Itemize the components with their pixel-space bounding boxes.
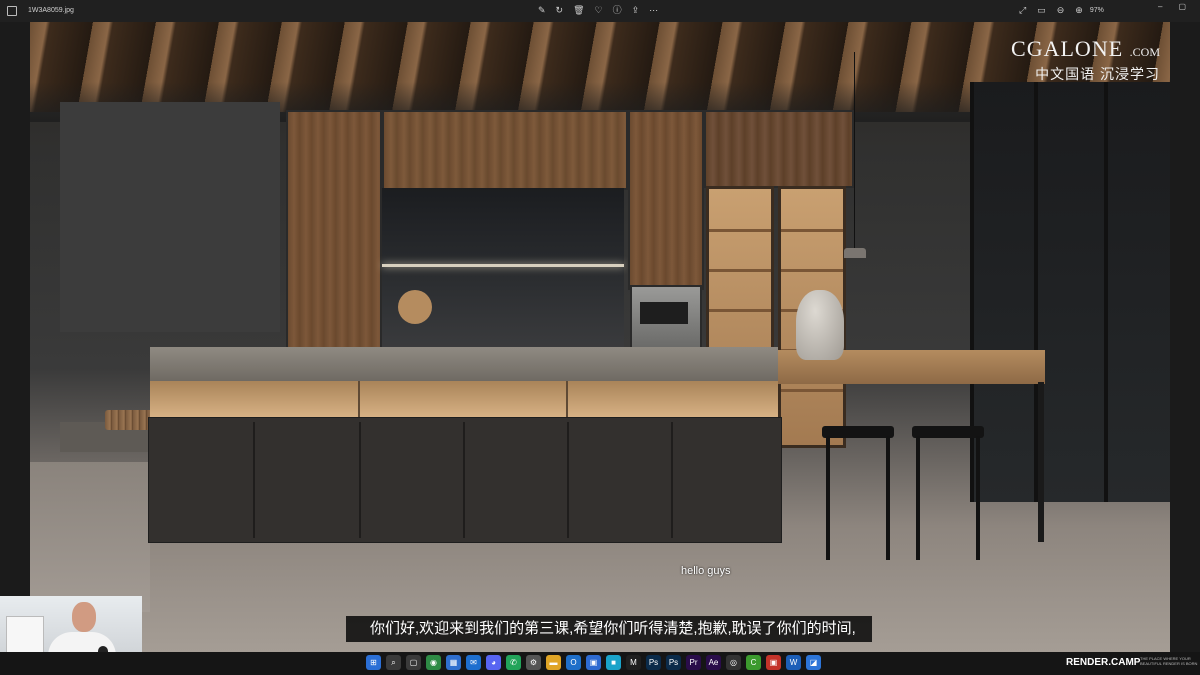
watermark-tagline: 中文国语 沉浸学习 xyxy=(1035,66,1160,82)
photoshop-2-icon[interactable]: Ps xyxy=(666,655,681,670)
watermark-brand: CGALONE .COM xyxy=(988,36,1160,62)
taskbar-icons: ⊞ ⌕ ▢ ◉ ▦ ✉ ◕ ✆ ⚙ ▬ O ▣ ■ M Ps Ps Pr Ae ◎ C ▣ W ◪ xyxy=(366,655,821,670)
bar-stool xyxy=(822,426,894,438)
favorite-icon[interactable]: ♡ xyxy=(595,5,603,16)
rug xyxy=(30,462,150,612)
stool-leg xyxy=(976,436,980,560)
watermark-domain: .COM xyxy=(1129,45,1160,59)
presenter-head xyxy=(72,602,96,632)
pendant-wire xyxy=(854,52,855,252)
zoom-in-icon[interactable]: ⊕ xyxy=(1075,5,1083,16)
wood-bar-table xyxy=(740,350,1045,384)
red-app-icon[interactable]: ▣ xyxy=(766,655,781,670)
obs-icon[interactable]: ◎ xyxy=(726,655,741,670)
start-icon[interactable]: ⊞ xyxy=(366,655,381,670)
cgalone-watermark: CGALONE .COM 中文国语 沉浸学习 xyxy=(988,36,1160,84)
window-controls: – ▢ xyxy=(1158,2,1186,11)
stone-countertop xyxy=(150,347,778,381)
outlook-icon[interactable]: O xyxy=(566,655,581,670)
share-icon[interactable]: ⇪ xyxy=(632,5,640,16)
search-icon[interactable]: ⌕ xyxy=(386,655,401,670)
rotate-icon[interactable]: ↻ xyxy=(556,5,564,16)
oven-column-cabinet xyxy=(628,110,704,290)
firewood xyxy=(105,410,153,430)
file-name: 1W3A8059.jpg xyxy=(28,7,74,14)
word-icon[interactable]: W xyxy=(786,655,801,670)
ceramic-vase xyxy=(796,290,844,360)
settings-icon[interactable]: ⚙ xyxy=(526,655,541,670)
discord-icon[interactable]: ◕ xyxy=(486,655,501,670)
upper-cabinet xyxy=(382,110,628,190)
stool-leg xyxy=(886,436,890,560)
info-icon[interactable]: ⓘ xyxy=(613,5,622,16)
premiere-icon[interactable]: Pr xyxy=(686,655,701,670)
tall-wood-cabinet xyxy=(286,110,382,352)
table-leg xyxy=(1038,382,1044,542)
led-strip xyxy=(382,264,624,267)
pendant-lamp xyxy=(844,248,866,258)
more-icon[interactable]: ⋯ xyxy=(649,5,658,16)
photos-icon[interactable]: ◪ xyxy=(806,655,821,670)
stool-leg xyxy=(916,436,920,560)
m-app-icon[interactable]: M xyxy=(626,655,641,670)
stool-leg xyxy=(826,436,830,560)
upper-right-cabinet xyxy=(704,110,854,188)
bar-stool xyxy=(912,426,984,438)
watermark-brand-text: CGALONE xyxy=(1011,36,1124,61)
image-toolbar: ✎ ↻ 🗑 ♡ ⓘ ⇪ ⋯ xyxy=(538,5,658,16)
oven-window xyxy=(640,302,688,324)
open-drawers xyxy=(150,381,778,417)
zoom-out-icon[interactable]: ⊖ xyxy=(1057,5,1065,16)
fireplace-wall xyxy=(60,102,280,332)
whatsapp-icon[interactable]: ✆ xyxy=(506,655,521,670)
english-subtitle: hello guys xyxy=(681,565,731,577)
backsplash-niche xyxy=(382,188,624,348)
store-icon[interactable]: ▣ xyxy=(586,655,601,670)
rendercamp-tagline: THE PLACE WHERE YOUR BEAUTIFUL RENDER IS… xyxy=(1140,656,1198,666)
folder-icon[interactable]: ▬ xyxy=(546,655,561,670)
task-view-icon[interactable]: ▢ xyxy=(406,655,421,670)
fullscreen-icon[interactable]: ⤢ xyxy=(1019,5,1026,16)
minimize-icon[interactable]: – xyxy=(1158,2,1162,11)
glass-window xyxy=(970,82,1170,502)
green-app-icon[interactable]: C xyxy=(746,655,761,670)
zoom-level: 97% xyxy=(1089,7,1104,14)
island-base xyxy=(148,417,782,543)
chinese-subtitle: 你们好,欢迎来到我们的第三课,希望你们听得清楚,抱歉,耽误了你们的时间, xyxy=(346,616,872,642)
photos-title-bar: 1W3A8059.jpg ✎ ↻ 🗑 ♡ ⓘ ⇪ ⋯ ⤢ ▭ ⊖ ⊕ 97% –… xyxy=(0,0,1200,22)
mail-icon[interactable]: ✉ xyxy=(466,655,481,670)
view-controls: ⤢ ▭ ⊖ ⊕ 97% xyxy=(1019,5,1104,16)
chrome-icon[interactable]: ◉ xyxy=(426,655,441,670)
rendercamp-logo: RENDER.CAMP xyxy=(1066,657,1141,668)
fit-icon[interactable]: ▭ xyxy=(1037,5,1046,16)
maximize-icon[interactable]: ▢ xyxy=(1178,2,1186,11)
delete-icon[interactable]: 🗑 xyxy=(573,5,584,16)
after-effects-icon[interactable]: Ae xyxy=(706,655,721,670)
cutting-board xyxy=(398,290,432,324)
photoshop-icon[interactable]: Ps xyxy=(646,655,661,670)
kitchen-render-image xyxy=(30,22,1170,652)
photos-app-icon xyxy=(7,6,17,16)
calendar-icon[interactable]: ▦ xyxy=(446,655,461,670)
edit-icon[interactable]: ✎ xyxy=(538,5,546,16)
windows-taskbar: ⊞ ⌕ ▢ ◉ ▦ ✉ ◕ ✆ ⚙ ▬ O ▣ ■ M Ps Ps Pr Ae ◎ C ▣ W ◪ xyxy=(0,652,1200,675)
media-icon[interactable]: ■ xyxy=(606,655,621,670)
